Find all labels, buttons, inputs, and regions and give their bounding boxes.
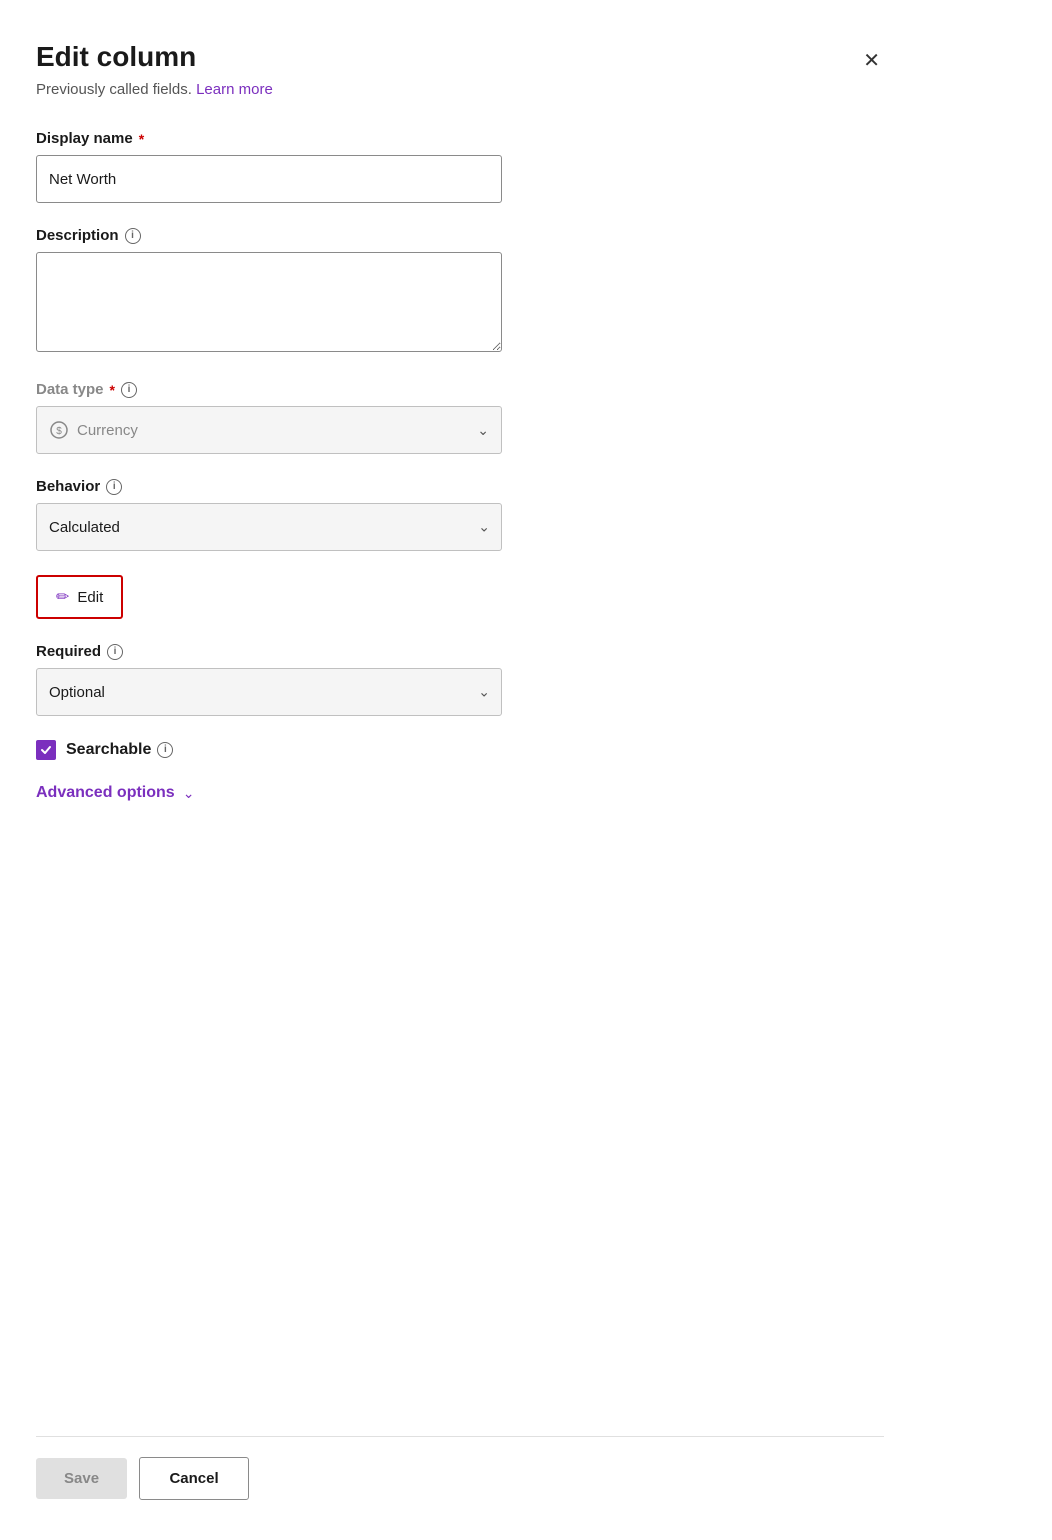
behavior-info-icon: i [106,479,122,495]
behavior-group: Behavior i Calculated Simple Rollup ⌄ [36,478,884,551]
panel-subtitle: Previously called fields. Learn more [36,81,884,98]
description-group: Description i [36,227,884,357]
data-type-chevron-icon: ⌄ [477,422,489,439]
edit-column-panel: Edit column ✕ Previously called fields. … [0,0,920,1540]
required-select-wrapper: Optional Required ⌄ [36,668,502,716]
data-type-label: Data type * i [36,381,884,398]
display-name-group: Display name * [36,130,884,203]
data-type-required-star: * [110,382,115,398]
panel-header: Edit column ✕ [36,40,884,77]
display-name-input[interactable] [36,155,502,203]
advanced-options-label: Advanced options [36,784,175,802]
content-spacer [36,834,884,1436]
behavior-select[interactable]: Calculated Simple Rollup [36,503,502,551]
description-info-icon: i [125,228,141,244]
svg-text:$: $ [56,426,62,437]
cancel-button[interactable]: Cancel [139,1457,249,1500]
behavior-label: Behavior i [36,478,884,495]
checkmark-icon [40,744,52,756]
save-button[interactable]: Save [36,1458,127,1499]
pencil-icon: ✏ [56,587,69,607]
advanced-options-row[interactable]: Advanced options ⌄ [36,784,884,802]
description-label: Description i [36,227,884,244]
searchable-row: Searchable i [36,740,884,760]
required-star: * [139,131,144,147]
required-select[interactable]: Optional Required [36,668,502,716]
panel-title: Edit column [36,40,196,74]
data-type-value: Currency [77,422,477,439]
currency-icon: $ [49,420,69,440]
required-label: Required i [36,643,884,660]
learn-more-link[interactable]: Learn more [196,81,273,98]
required-info-icon: i [107,644,123,660]
edit-button-group: ✏ Edit [36,575,884,619]
behavior-select-wrapper: Calculated Simple Rollup ⌄ [36,503,502,551]
close-icon: ✕ [863,48,880,73]
searchable-label: Searchable i [66,741,173,759]
close-button[interactable]: ✕ [859,44,884,77]
data-type-info-icon: i [121,382,137,398]
footer-buttons: Save Cancel [36,1436,884,1500]
data-type-group: Data type * i $ Currency ⌄ [36,381,884,454]
advanced-options-chevron-icon: ⌄ [183,785,195,802]
data-type-select[interactable]: $ Currency ⌄ [36,406,502,454]
edit-calculated-button[interactable]: ✏ Edit [36,575,123,619]
required-group: Required i Optional Required ⌄ [36,643,884,716]
searchable-checkbox[interactable] [36,740,56,760]
display-name-label: Display name * [36,130,884,147]
searchable-info-icon: i [157,742,173,758]
description-input[interactable] [36,252,502,352]
